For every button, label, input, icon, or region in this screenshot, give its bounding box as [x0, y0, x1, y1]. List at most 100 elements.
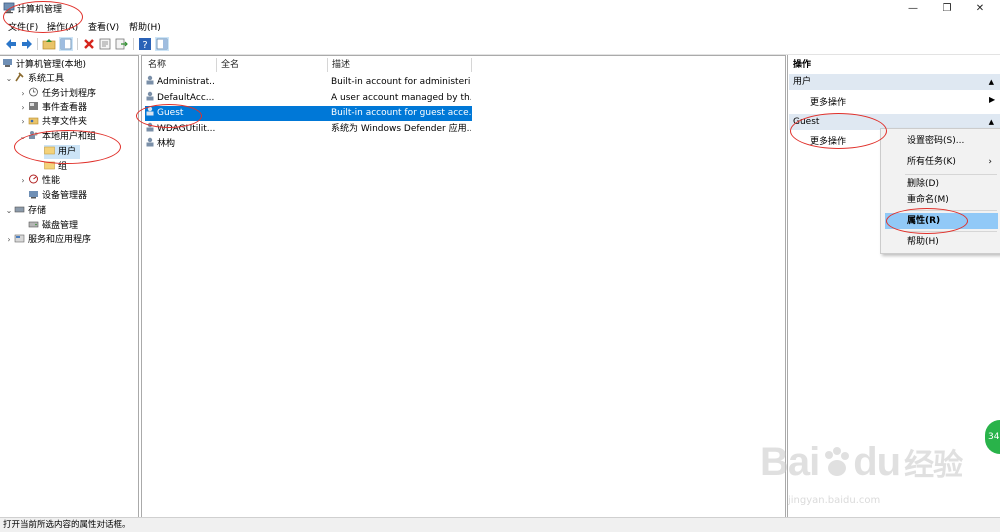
context-menu: 设置密码(S)... 所有任务(K) › 删除(D) 重命名(M) 属性(R) …	[880, 128, 1000, 254]
column-separator[interactable]	[327, 58, 328, 72]
submenu-arrow-icon[interactable]: ▶	[989, 95, 995, 104]
clock-icon	[29, 87, 38, 97]
tree-label: 共享文件夹	[42, 117, 88, 127]
menu-rename[interactable]: 重命名(M)	[885, 192, 998, 208]
show-action-pane-icon[interactable]	[155, 37, 169, 51]
back-icon[interactable]	[4, 37, 18, 51]
menu-view[interactable]: 查看(V)	[88, 20, 119, 33]
watermark-brand: Bai	[760, 440, 820, 484]
menu-delete[interactable]: 删除(D)	[885, 176, 998, 192]
user-name: 林构	[157, 139, 176, 149]
delete-icon[interactable]	[82, 37, 96, 51]
column-header-description[interactable]: 描述	[332, 58, 350, 72]
export-icon[interactable]	[114, 37, 128, 51]
maximize-button[interactable]: ❐	[932, 0, 962, 17]
tree-item-event-viewer[interactable]: › 事件查看器	[18, 101, 87, 115]
title-bar: 计算机管理 — ❐ ✕	[0, 0, 1000, 17]
tree-item-performance[interactable]: › 性能	[18, 174, 60, 188]
annotation-circle	[886, 208, 968, 234]
menu-help[interactable]: 帮助(H)	[129, 20, 161, 33]
column-header-name[interactable]: 名称	[148, 58, 166, 72]
annotation-circle	[790, 113, 887, 149]
user-description: 系统为 Windows Defender 应用...	[331, 124, 471, 134]
section-header: 用户	[793, 77, 812, 87]
tree-item-shared-folders[interactable]: › 共享文件夹	[18, 115, 87, 129]
watermark: Bai du 经验 jingyan.baidu.com	[760, 440, 990, 520]
column-separator[interactable]	[471, 58, 472, 72]
tree-label: 性能	[42, 176, 61, 186]
help-icon[interactable]: ?	[138, 37, 152, 51]
annotation-circle	[136, 104, 202, 128]
chevron-right-icon[interactable]: ›	[18, 174, 28, 188]
collapse-up-icon[interactable]: ▲	[989, 74, 994, 90]
tree-label: 系统工具	[28, 74, 65, 84]
tree-label: 事件查看器	[42, 103, 88, 113]
watermark-cn: 经验	[904, 449, 963, 482]
console-tree: 计算机管理(本地) ⌄ 系统工具 › 任务计划程序 › 事件查看器 › 共享文件夹 ⌄ 本…	[0, 55, 139, 519]
tree-item-storage[interactable]: ⌄ 存储	[4, 204, 46, 218]
tree-item-task-scheduler[interactable]: › 任务计划程序	[18, 87, 96, 101]
tree-item-system-tools[interactable]: ⌄ 系统工具	[4, 72, 64, 86]
menu-help[interactable]: 帮助(H)	[885, 234, 998, 250]
tools-icon	[15, 72, 24, 82]
tree-item-computer-management[interactable]: 计算机管理(本地)	[2, 58, 86, 72]
paw-icon	[825, 447, 850, 476]
show-tree-icon[interactable]	[59, 37, 73, 51]
annotation-circle	[14, 130, 121, 164]
services-icon	[14, 234, 25, 243]
toolbar-separator	[37, 38, 38, 50]
shared-folder-icon	[28, 117, 39, 125]
up-folder-icon[interactable]	[42, 37, 56, 51]
minimize-button[interactable]: —	[898, 0, 928, 17]
menu-separator	[905, 174, 997, 175]
forward-icon[interactable]	[20, 37, 34, 51]
chevron-right-icon: ›	[988, 157, 992, 167]
tree-item-device-manager[interactable]: 设备管理器	[28, 189, 87, 203]
tree-label: 存储	[28, 206, 47, 216]
chevron-right-icon[interactable]: ›	[18, 115, 28, 129]
user-icon	[146, 137, 154, 147]
user-icon	[146, 75, 154, 85]
close-button[interactable]: ✕	[965, 0, 995, 17]
tree-label: 服务和应用程序	[28, 235, 92, 245]
actions-section-users[interactable]: 用户 ▲	[789, 74, 1000, 90]
status-text: 打开当前所选内容的属性对话框。	[3, 520, 131, 530]
toolbar-separator	[133, 38, 134, 50]
more-actions-users[interactable]: 更多操作	[810, 95, 846, 108]
toolbar-separator	[77, 38, 78, 50]
watermark-brand2: du	[853, 440, 901, 484]
tree-label: 设备管理器	[42, 191, 88, 201]
column-separator[interactable]	[216, 58, 217, 72]
chevron-right-icon[interactable]: ›	[4, 233, 14, 247]
chevron-down-icon[interactable]: ⌄	[4, 204, 14, 218]
properties-icon[interactable]	[98, 37, 112, 51]
column-header-fullname[interactable]: 全名	[221, 58, 239, 72]
disk-icon	[28, 221, 39, 228]
table-row[interactable]: WDAGUtilit... 系统为 Windows Defender 应用...	[145, 122, 472, 137]
chevron-down-icon[interactable]: ⌄	[4, 72, 14, 86]
event-viewer-icon	[29, 102, 38, 110]
menu-bar: 文件(F) 操作(A) 查看(V) 帮助(H)	[0, 17, 1000, 34]
user-description: Built-in account for guest acce...	[331, 108, 471, 118]
computer-icon	[3, 59, 12, 67]
tree-label: 任务计划程序	[42, 89, 97, 99]
tree-label: 磁盘管理	[42, 221, 79, 231]
svg-text:?: ?	[142, 40, 147, 51]
menu-all-tasks[interactable]: 所有任务(K) ›	[885, 154, 998, 170]
device-manager-icon	[29, 191, 38, 199]
tree-item-disk-management[interactable]: 磁盘管理	[28, 219, 78, 233]
status-bar: 打开当前所选内容的属性对话框。	[0, 517, 1000, 532]
user-description: Built-in account for administeri...	[331, 77, 471, 87]
menu-set-password[interactable]: 设置密码(S)...	[885, 133, 998, 149]
storage-icon	[14, 206, 25, 213]
user-icon	[146, 91, 154, 101]
actions-title: 操作	[789, 57, 1000, 73]
performance-icon	[29, 174, 38, 184]
chevron-right-icon[interactable]: ›	[18, 101, 28, 115]
table-row[interactable]: Administrat... Built-in account for admi…	[145, 75, 472, 90]
tree-item-services-applications[interactable]: › 服务和应用程序	[4, 233, 91, 247]
tree-label: 计算机管理(本地)	[16, 60, 87, 70]
chevron-right-icon[interactable]: ›	[18, 87, 28, 101]
table-row[interactable]: 林构	[145, 137, 472, 152]
table-row[interactable]: DefaultAcc... A user account managed by …	[145, 91, 472, 106]
